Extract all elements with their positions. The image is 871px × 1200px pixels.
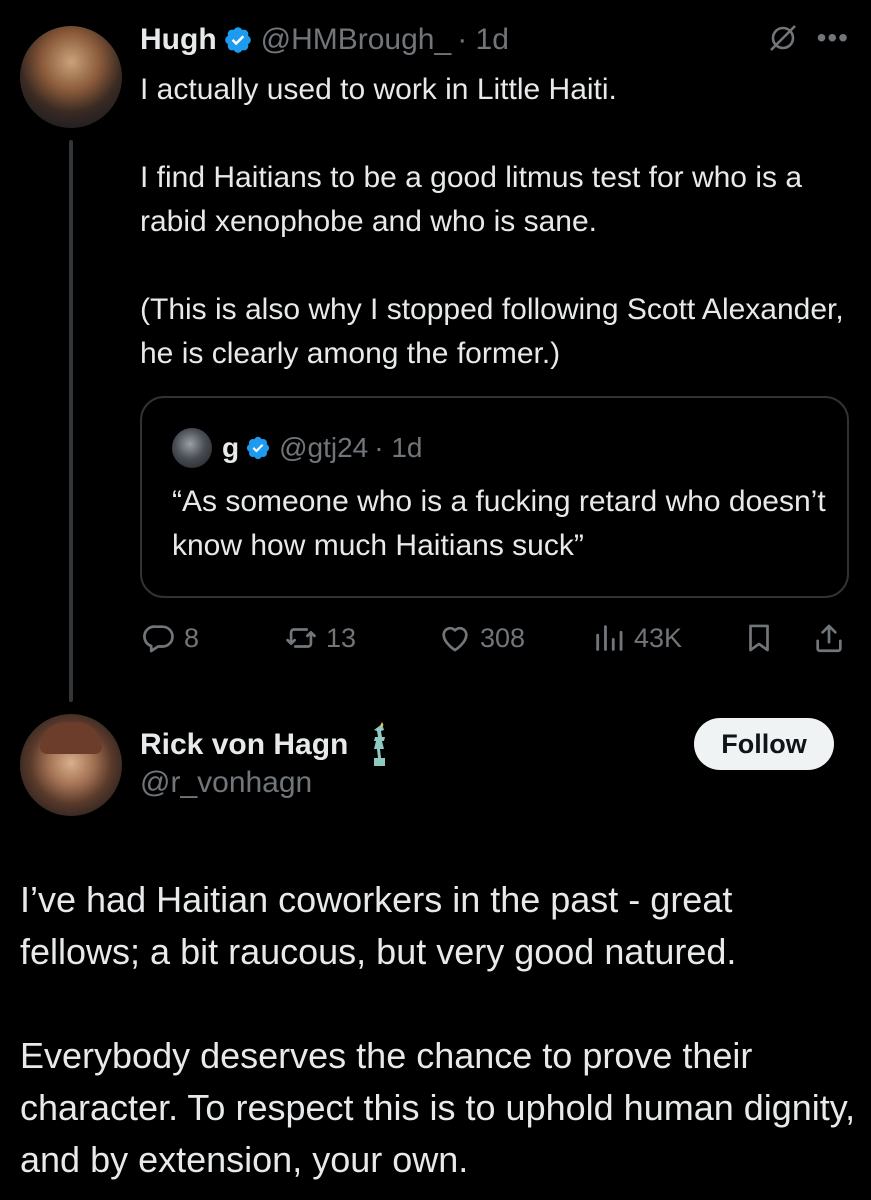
quoted-avatar [172, 428, 212, 468]
repost-button[interactable]: 13 [284, 615, 356, 661]
verified-badge-icon [224, 27, 251, 53]
follow-button[interactable]: Follow [694, 718, 834, 770]
quoted-post[interactable]: g @gtj24 · 1d “As someone who is a fucki… [140, 396, 849, 598]
quoted-author-name: g [222, 432, 240, 463]
views-button[interactable]: 43K [592, 615, 682, 661]
bookmark-icon [749, 624, 769, 652]
statue-of-liberty-icon [374, 722, 386, 766]
repost-count: 13 [326, 622, 357, 653]
verified-badge-icon [247, 436, 270, 460]
author-name[interactable]: Hugh [140, 23, 217, 57]
grok-icon[interactable] [767, 22, 799, 54]
author-handle[interactable]: @HMBrough_ [261, 23, 452, 57]
thread-line [69, 140, 73, 702]
quoted-author-handle: @gtj24 [279, 432, 369, 463]
avatar-beanie-shape [40, 722, 102, 754]
share-button[interactable] [812, 615, 846, 661]
reply-header: Rick von Hagn [140, 722, 400, 768]
post-time[interactable]: · 1d [457, 23, 509, 57]
post-paragraph: I find Haitians to be a good litmus test… [140, 161, 803, 238]
post-body: I actually used to work in Little Haiti.… [140, 68, 860, 376]
like-count: 308 [480, 622, 526, 653]
reply-paragraph: Everybody deserves the chance to prove t… [20, 1035, 856, 1180]
reply-body: I’ve had Haitian coworkers in the past -… [20, 874, 860, 1186]
post-header: Hugh @HMBrough_ · 1d [140, 18, 509, 62]
reply-button[interactable]: 8 [142, 615, 199, 661]
reply-paragraph: I’ve had Haitian coworkers in the past -… [20, 879, 737, 972]
more-icon[interactable]: ••• [817, 24, 849, 52]
post-action-bar: 8 13 308 43K [140, 615, 850, 661]
views-icon [596, 625, 623, 651]
views-count: 43K [634, 622, 683, 653]
like-button[interactable]: 308 [438, 615, 525, 661]
post-top-icons: ••• [767, 22, 849, 54]
reply-count: 8 [184, 622, 200, 653]
post-paragraph: (This is also why I stopped following Sc… [140, 293, 844, 370]
like-icon [442, 626, 468, 652]
quoted-post-header: g @gtj24 · 1d [172, 428, 423, 468]
reply-icon [143, 625, 174, 653]
avatar-hugh[interactable] [20, 26, 122, 128]
quoted-post-text: “As someone who is a fucking retard who … [172, 485, 826, 562]
reply-author-name[interactable]: Rick von Hagn [140, 728, 348, 762]
post-paragraph: I actually used to work in Little Haiti. [140, 73, 617, 106]
share-icon [816, 624, 842, 653]
repost-icon [286, 628, 316, 648]
quoted-post-time: · 1d [374, 432, 423, 463]
bookmark-button[interactable] [742, 615, 776, 661]
reply-author-handle[interactable]: @r_vonhagn [140, 766, 312, 800]
